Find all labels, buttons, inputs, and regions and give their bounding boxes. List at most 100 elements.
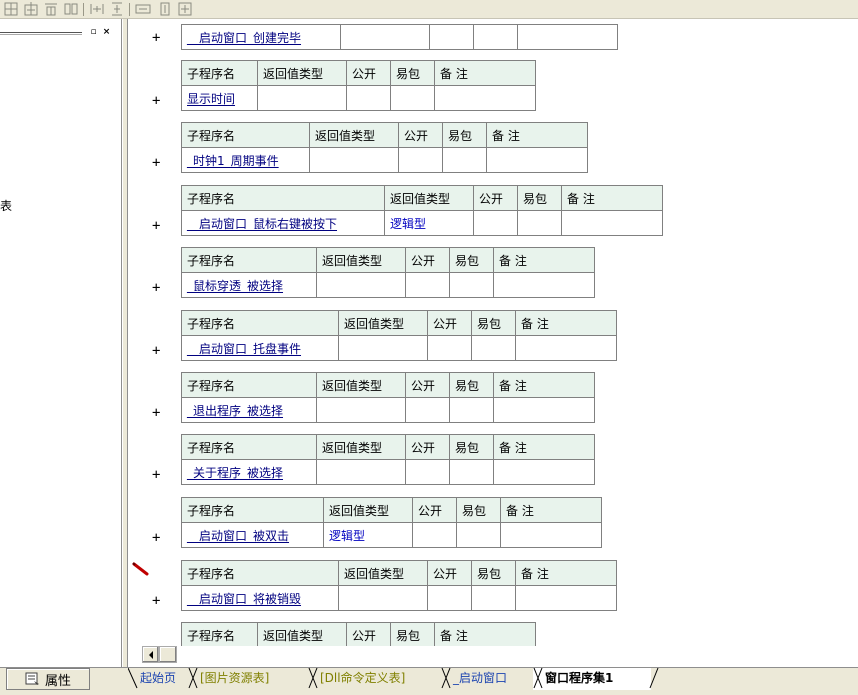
grid-center-icon[interactable]	[22, 1, 40, 17]
scroll-thumb[interactable]	[159, 646, 177, 663]
easy-pack-cell[interactable]	[473, 24, 518, 50]
subroutine-name-cell[interactable]: _鼠标穿透_被选择	[181, 272, 317, 298]
vresize-icon[interactable]	[156, 1, 174, 17]
easy-pack-cell[interactable]	[449, 459, 494, 485]
easy-pack-cell[interactable]	[442, 147, 487, 173]
return-type-cell[interactable]: 逻辑型	[384, 210, 474, 236]
close-button[interactable]: ×	[101, 27, 112, 37]
expand-icon[interactable]: +	[152, 219, 164, 233]
public-cell[interactable]	[427, 585, 472, 611]
expand-icon[interactable]: +	[152, 468, 164, 482]
easy-pack-cell[interactable]	[449, 397, 494, 423]
header-easy-pack: 易包	[390, 60, 435, 86]
expand-icon[interactable]: +	[152, 531, 164, 545]
subroutine-name-cell[interactable]: __启动窗口_创建完毕	[181, 24, 341, 50]
header-public: 公开	[346, 60, 391, 86]
tab-dll-commands[interactable]: [Dll命令定义表]	[308, 668, 443, 690]
tab-image-resources[interactable]: [图片资源表]	[188, 668, 310, 690]
easy-pack-cell[interactable]	[471, 335, 516, 361]
subroutine-name-cell[interactable]: _退出程序_被选择	[181, 397, 317, 423]
subroutine-name-cell[interactable]: __启动窗口_被双击	[181, 522, 324, 548]
remark-cell[interactable]	[515, 585, 617, 611]
remark-cell[interactable]	[493, 272, 595, 298]
horizontal-scrollbar[interactable]	[128, 646, 858, 667]
minimize-button[interactable]: ▫	[88, 27, 99, 37]
tab-start-page[interactable]: 起始页	[128, 668, 190, 690]
subroutine-name-cell[interactable]: __启动窗口_托盘事件	[181, 335, 339, 361]
remark-cell[interactable]	[561, 210, 663, 236]
remark-cell[interactable]	[517, 24, 618, 50]
grid-top-icon[interactable]	[42, 1, 60, 17]
header-remark: 备 注	[500, 497, 602, 523]
remark-cell[interactable]	[434, 85, 536, 111]
subroutine-name-cell[interactable]: _时钟1_周期事件	[181, 147, 310, 173]
easy-pack-cell[interactable]	[471, 585, 516, 611]
expand-icon[interactable]: +	[152, 156, 164, 170]
return-type-cell[interactable]: 逻辑型	[323, 522, 413, 548]
header-remark: 备 注	[515, 310, 617, 336]
easy-pack-cell[interactable]	[456, 522, 501, 548]
easy-pack-cell[interactable]	[517, 210, 562, 236]
header-easy-pack: 易包	[456, 497, 501, 523]
subroutine-name-cell[interactable]: _关于程序_被选择	[181, 459, 317, 485]
return-type-cell[interactable]	[340, 24, 430, 50]
public-cell[interactable]	[405, 397, 450, 423]
expand-icon[interactable]: +	[152, 281, 164, 295]
public-cell[interactable]	[473, 210, 518, 236]
remark-cell[interactable]	[493, 397, 595, 423]
return-type-cell[interactable]	[338, 585, 428, 611]
expand-icon[interactable]: +	[152, 94, 164, 108]
header-remark: 备 注	[515, 560, 617, 586]
return-type-cell[interactable]	[338, 335, 428, 361]
return-type-cell[interactable]	[257, 85, 347, 111]
expand-icon[interactable]: +	[152, 31, 164, 45]
grid-icon[interactable]	[2, 1, 20, 17]
remark-cell[interactable]	[486, 147, 588, 173]
header-remark: 备 注	[493, 372, 595, 398]
expand-icon[interactable]: +	[152, 344, 164, 358]
header-name: 子程序名	[181, 247, 317, 273]
public-cell[interactable]	[427, 335, 472, 361]
vspace-icon[interactable]	[108, 1, 126, 17]
code-editor[interactable]: + __启动窗口_创建完毕 + 子程序名 返回值类型 公开 易包 备 注 显示时…	[128, 19, 858, 646]
header-return-type: 返回值类型	[384, 185, 474, 211]
center-icon[interactable]	[176, 1, 194, 17]
header-easy-pack: 易包	[517, 185, 562, 211]
header-easy-pack: 易包	[449, 372, 494, 398]
remark-cell[interactable]	[515, 335, 617, 361]
subroutine-name-cell[interactable]: __启动窗口_鼠标右键被按下	[181, 210, 385, 236]
header-name: 子程序名	[181, 310, 339, 336]
return-type-cell[interactable]	[316, 397, 406, 423]
header-public: 公开	[405, 372, 450, 398]
left-panel-title-bar: ▫ ×	[0, 25, 122, 39]
hresize-icon[interactable]	[134, 1, 152, 17]
scroll-left-button[interactable]	[142, 646, 159, 663]
public-cell[interactable]	[346, 85, 391, 111]
subroutine-name-cell[interactable]: 显示时间	[181, 85, 258, 111]
expand-icon[interactable]: +	[152, 406, 164, 420]
tab-label: [Dll命令定义表]	[320, 671, 406, 685]
tab-window-module-1[interactable]: 窗口程序集1	[533, 668, 651, 690]
properties-label: 属性	[44, 673, 71, 689]
public-cell[interactable]	[405, 272, 450, 298]
properties-button[interactable]: 属性	[6, 668, 90, 690]
remark-cell[interactable]	[500, 522, 602, 548]
easy-pack-cell[interactable]	[449, 272, 494, 298]
header-public: 公开	[346, 622, 391, 646]
tab-startup-window[interactable]: _启动窗口	[441, 668, 537, 690]
public-cell[interactable]	[429, 24, 474, 50]
subroutine-name-cell[interactable]: __启动窗口_将被销毁	[181, 585, 339, 611]
public-cell[interactable]	[412, 522, 457, 548]
return-type-cell[interactable]	[309, 147, 399, 173]
expand-icon[interactable]: +	[152, 594, 164, 608]
easy-pack-cell[interactable]	[390, 85, 435, 111]
return-type-cell[interactable]	[316, 272, 406, 298]
header-name: 子程序名	[181, 122, 310, 148]
public-cell[interactable]	[405, 459, 450, 485]
public-cell[interactable]	[398, 147, 443, 173]
remark-cell[interactable]	[493, 459, 595, 485]
hspace-icon[interactable]	[88, 1, 106, 17]
grid-split-icon[interactable]	[62, 1, 80, 17]
return-type-cell[interactable]	[316, 459, 406, 485]
header-public: 公开	[398, 122, 443, 148]
